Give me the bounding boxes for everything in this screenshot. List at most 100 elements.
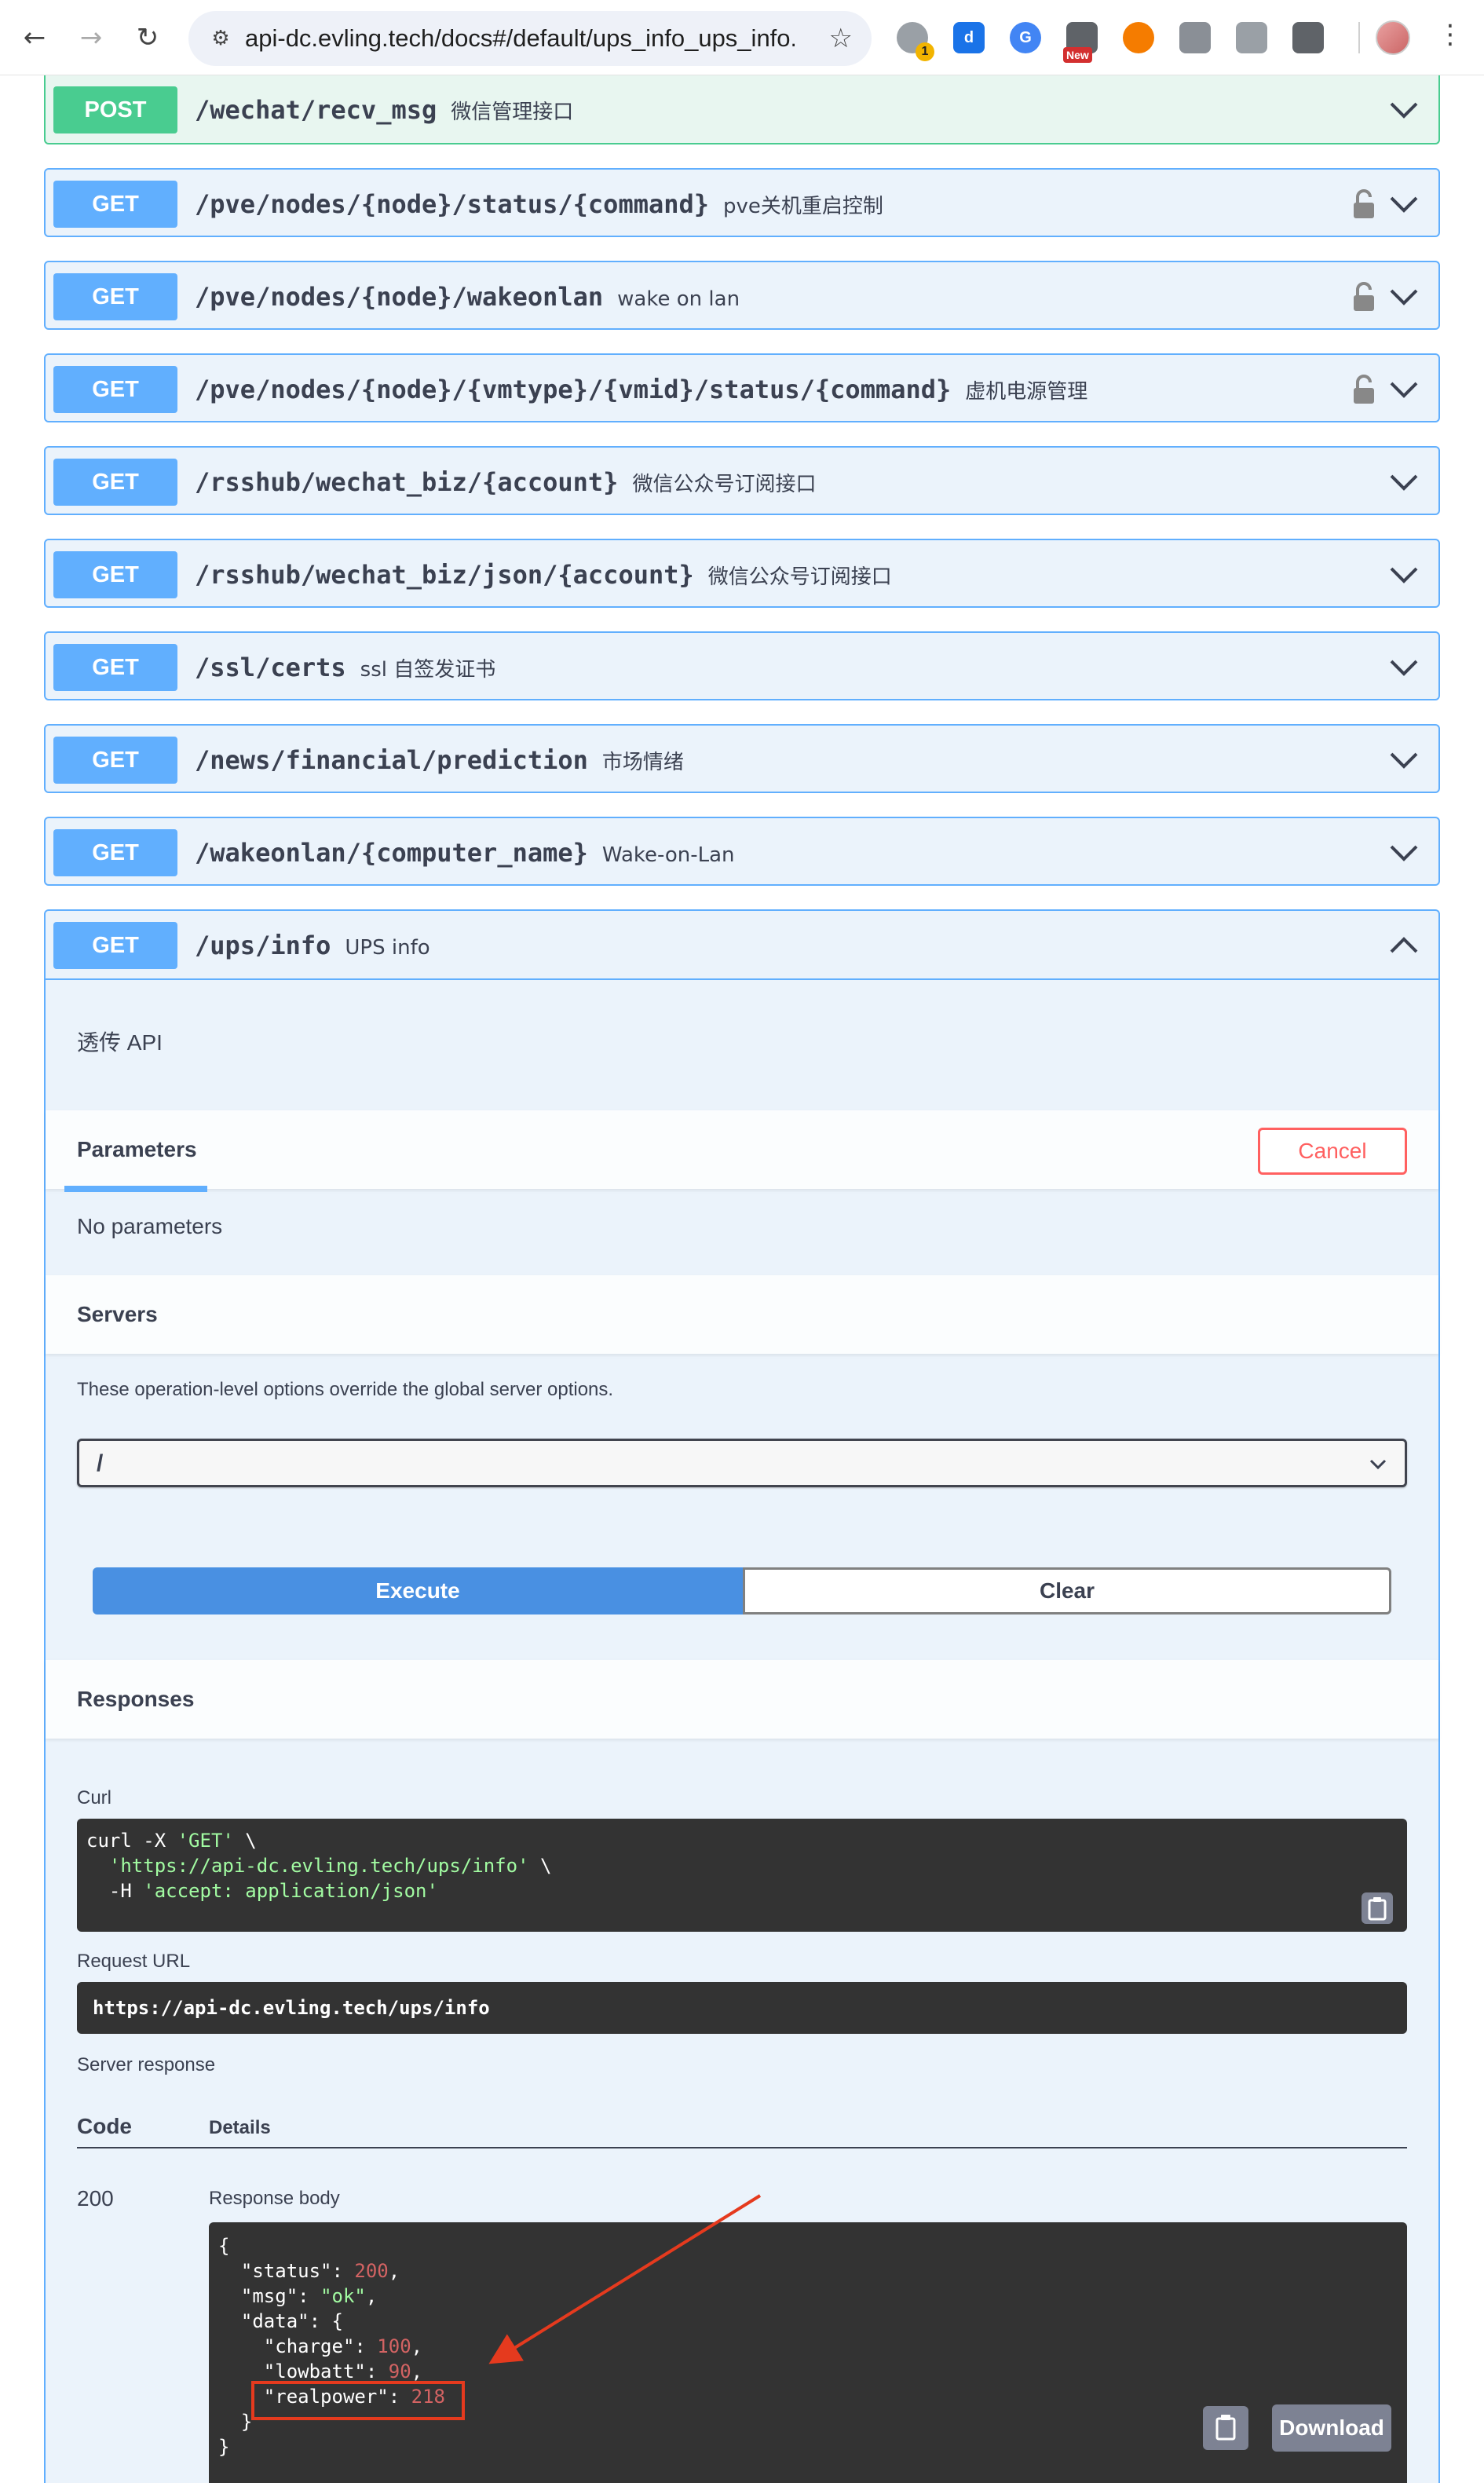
operation-path[interactable]: /wakeonlan/{computer_name} Wake-on-Lan — [195, 837, 735, 871]
operation-description: 透传 API — [77, 1030, 163, 1055]
browser-toolbar: ← → ↻ ⚙ api-dc.evling.tech/docs#/default… — [0, 0, 1484, 75]
clear-button[interactable]: Clear — [743, 1567, 1391, 1614]
operation-path[interactable]: /wechat/recv_msg 微信管理接口 — [195, 94, 573, 128]
operation-get-pve-wakeonlan[interactable]: GET /pve/nodes/{node}/wakeonlan wake on l… — [44, 261, 1440, 330]
cancel-button[interactable]: Cancel — [1258, 1128, 1407, 1175]
operation-summary: 市场情绪 — [601, 751, 684, 774]
chevron-down-icon[interactable] — [1388, 375, 1420, 404]
parameters-header: Parameters Cancel — [46, 1110, 1438, 1192]
curl-continuation: \ — [233, 1830, 257, 1852]
annotation-highlight-box — [251, 2381, 465, 2420]
extension-orange-icon[interactable] — [1123, 22, 1154, 53]
operation-path-text: /pve/nodes/{node}/{vmtype}/{vmid}/status… — [195, 375, 952, 404]
servers-note: These operation-level options override t… — [77, 1379, 614, 1400]
extension-chat-icon[interactable]: 1 — [897, 22, 934, 61]
chevron-down-icon[interactable] — [1388, 468, 1420, 496]
operation-summary: 微信公众号订阅接口 — [632, 473, 817, 496]
operation-get-wakeonlan-computer[interactable]: GET /wakeonlan/{computer_name} Wake-on-La… — [44, 817, 1440, 886]
execute-button[interactable]: Execute — [93, 1567, 743, 1614]
json-key: "data" — [240, 2310, 309, 2332]
reload-icon[interactable]: ↻ — [127, 17, 168, 58]
curl-method: 'GET' — [177, 1830, 234, 1852]
json-key: "msg" — [240, 2285, 298, 2307]
operation-get-pve-status-command[interactable]: GET /pve/nodes/{node}/status/{command} pv… — [44, 168, 1440, 237]
server-select[interactable]: / — [77, 1439, 1407, 1487]
operation-summary: ssl 自签发证书 — [360, 658, 496, 682]
chevron-up-icon[interactable] — [1388, 931, 1420, 960]
operation-path[interactable]: /pve/nodes/{node}/wakeonlan wake on lan — [195, 281, 740, 315]
address-url[interactable]: api-dc.evling.tech/docs#/default/ups_inf… — [245, 25, 795, 52]
operation-get-pve-vm-status-command[interactable]: GET /pve/nodes/{node}/{vmtype}/{vmid}/st… — [44, 353, 1440, 422]
curl-code-block[interactable]: curl -X 'GET' \ 'https://api-dc.evling.t… — [77, 1819, 1407, 1932]
code-column-header: Code — [77, 2114, 132, 2138]
details-column-header: Details — [209, 2117, 271, 2138]
operation-path[interactable]: /pve/nodes/{node}/status/{command} pve关机重… — [195, 188, 883, 222]
server-response-label: Server response — [77, 2054, 216, 2075]
responses-title: Responses — [77, 1687, 195, 1711]
operation-post-wechat-recv-msg[interactable]: POST /wechat/recv_msg 微信管理接口 — [44, 75, 1440, 144]
chevron-down-icon[interactable] — [1388, 283, 1420, 311]
parameters-tab[interactable]: Parameters — [77, 1137, 197, 1162]
curl-label: Curl — [77, 1787, 112, 1808]
copy-clipboard-icon[interactable] — [1362, 1892, 1393, 1924]
json-key: "status" — [240, 2260, 332, 2282]
operation-path[interactable]: /pve/nodes/{node}/{vmtype}/{vmid}/status… — [195, 374, 1087, 408]
extension-camera-icon[interactable] — [1236, 22, 1267, 53]
chevron-down-icon[interactable] — [1388, 839, 1420, 867]
download-button[interactable]: Download — [1272, 2404, 1391, 2452]
operation-path[interactable]: /ups/info UPS info — [195, 930, 430, 964]
browser-menu-icon[interactable]: ⋮ — [1437, 19, 1464, 50]
operation-get-ups-info: GET /ups/info UPS info 透传 API Parameters … — [44, 909, 1440, 2483]
operation-path[interactable]: /rsshub/wechat_biz/json/{account} 微信公众号订阅… — [195, 559, 892, 593]
method-badge: GET — [53, 737, 177, 784]
operation-get-rsshub-wechat-biz-json[interactable]: GET /rsshub/wechat_biz/json/{account} 微信公… — [44, 539, 1440, 608]
back-arrow-icon[interactable]: ← — [14, 17, 55, 58]
operation-get-news-financial-prediction[interactable]: GET /news/financial/prediction 市场情绪 — [44, 724, 1440, 793]
lock-icon[interactable] — [1351, 374, 1377, 405]
operation-path[interactable]: /ssl/certs ssl 自签发证书 — [195, 652, 495, 686]
extension-translate-icon[interactable]: G — [1010, 22, 1041, 53]
operation-header[interactable]: GET /ups/info UPS info — [46, 911, 1438, 980]
method-badge: GET — [53, 366, 177, 413]
response-table-header: Code Details — [77, 2109, 1407, 2148]
method-badge: GET — [53, 181, 177, 228]
operation-summary: 虚机电源管理 — [965, 380, 1088, 404]
extension-tiktok-icon[interactable]: d — [953, 22, 985, 53]
operation-path-text: /news/financial/prediction — [195, 745, 588, 775]
copy-clipboard-icon[interactable] — [1203, 2406, 1248, 2450]
method-badge: GET — [53, 273, 177, 320]
lock-icon[interactable] — [1351, 281, 1377, 313]
operation-path-text: /wakeonlan/{computer_name} — [195, 838, 588, 868]
forward-arrow-icon[interactable]: → — [71, 17, 111, 58]
operation-path-text: /rsshub/wechat_biz/json/{account} — [195, 560, 694, 590]
operation-get-rsshub-wechat-biz[interactable]: GET /rsshub/wechat_biz/{account} 微信公众号订阅接… — [44, 446, 1440, 515]
request-url-block[interactable]: https://api-dc.evling.tech/ups/info — [77, 1982, 1407, 2034]
operation-path[interactable]: /rsshub/wechat_biz/{account} 微信公众号订阅接口 — [195, 466, 816, 500]
servers-title: Servers — [77, 1302, 158, 1326]
chevron-down-icon[interactable] — [1388, 653, 1420, 682]
chevron-down-icon[interactable] — [1388, 190, 1420, 218]
curl-url: 'https://api-dc.evling.tech/ups/info' — [108, 1855, 529, 1877]
method-badge: GET — [53, 922, 177, 969]
operation-summary: pve关机重启控制 — [723, 195, 883, 218]
chevron-down-icon[interactable] — [1388, 746, 1420, 774]
extension-grid-icon[interactable] — [1179, 22, 1211, 53]
operation-summary: UPS info — [345, 936, 430, 960]
extension-new-icon[interactable]: New — [1063, 22, 1098, 63]
extensions-puzzle-icon[interactable] — [1292, 22, 1324, 53]
chevron-down-icon[interactable] — [1388, 561, 1420, 589]
operation-path-text: /wechat/recv_msg — [195, 95, 437, 125]
extension-new-badge: New — [1063, 47, 1092, 63]
json-number: 90 — [388, 2360, 411, 2382]
bookmark-star-icon[interactable]: ☆ — [829, 24, 853, 53]
operation-get-ssl-certs[interactable]: GET /ssl/certs ssl 自签发证书 — [44, 631, 1440, 700]
operation-path[interactable]: /news/financial/prediction 市场情绪 — [195, 744, 684, 778]
profile-avatar[interactable] — [1376, 20, 1410, 55]
chevron-down-icon[interactable] — [1388, 96, 1420, 124]
operation-path-text: /rsshub/wechat_biz/{account} — [195, 467, 619, 497]
address-bar[interactable]: ⚙ api-dc.evling.tech/docs#/default/ups_i… — [188, 11, 872, 66]
method-badge: GET — [53, 829, 177, 876]
json-key: "charge" — [263, 2335, 355, 2357]
site-info-icon[interactable]: ⚙ — [207, 25, 234, 52]
lock-icon[interactable] — [1351, 188, 1377, 220]
